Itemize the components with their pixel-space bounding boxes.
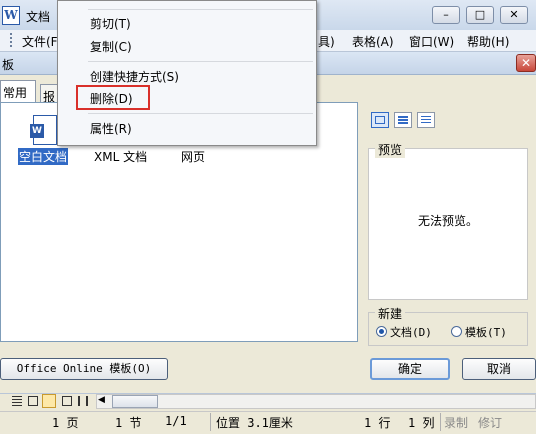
menu-file[interactable]: 文件(F [22,33,58,50]
context-menu-separator [88,9,313,10]
word-app-icon: W [2,6,20,25]
menu-item-create-shortcut[interactable]: 创建快捷方式(S) [90,68,179,85]
status-separator [210,413,211,431]
template-item-blank-document[interactable]: 空白文档 [18,148,69,165]
cancel-button[interactable]: 取消 [462,358,536,380]
radio-template[interactable] [451,326,462,337]
status-separator [440,413,441,431]
status-section: 1 节 [115,416,142,430]
no-preview-text: 无法预览。 [417,214,478,228]
details-view-icon[interactable] [417,112,435,128]
reading-view-icon[interactable] [78,396,88,406]
dialog-title: 板 [2,58,15,72]
status-column: 1 列 [408,416,435,430]
radio-document[interactable] [376,326,387,337]
large-icons-view-icon[interactable] [371,112,389,128]
menu-help[interactable]: 帮助(H) [467,33,509,50]
horizontal-scrollbar[interactable] [96,394,536,409]
ok-button[interactable]: 确定 [370,358,450,380]
scrollbar-thumb[interactable] [112,395,158,408]
status-revise[interactable]: 修订 [478,414,502,431]
status-record[interactable]: 录制 [444,414,468,431]
status-page-of: 1/1 [165,414,187,428]
close-button[interactable]: ✕ [500,6,528,24]
context-menu-separator [88,61,313,62]
print-layout-view-icon[interactable] [42,394,56,408]
new-as-label: 新建 [375,305,406,322]
office-online-templates-button[interactable]: Office Online 模板(O) [0,358,168,380]
menu-table[interactable]: 表格(A) [352,33,394,50]
window-title: 文档 [26,10,51,24]
menu-item-cut[interactable]: 剪切(T) [90,15,131,32]
delete-highlight-box [76,85,150,110]
radio-template-label[interactable]: 模板(T) [465,324,507,340]
radio-document-label[interactable]: 文档(D) [390,324,432,340]
menu-item-copy[interactable]: 复制(C) [90,38,132,55]
web-layout-view-icon[interactable] [28,396,38,406]
template-item-xml-document[interactable]: XML 文档 [94,148,147,165]
scroll-left-icon[interactable]: ◀ [98,395,105,405]
maximize-button[interactable]: □ [466,6,494,24]
status-page: 1 页 [52,416,79,430]
preview-label: 预览 [375,141,406,158]
status-position: 位置 3.1厘米 [216,416,293,430]
toolbar-grip[interactable] [10,33,14,47]
status-line: 1 行 [364,416,391,430]
menu-tools-partial[interactable]: 具) [318,33,335,50]
word-document-icon[interactable]: W [30,115,57,145]
normal-view-icon[interactable] [12,396,22,406]
tab-common[interactable]: 常用 [0,80,36,102]
minimize-button[interactable]: – [432,6,460,24]
context-menu-separator [88,113,313,114]
menu-item-properties[interactable]: 属性(R) [90,120,132,137]
dialog-close-button[interactable]: ✕ [516,54,536,72]
template-item-web-page[interactable]: 网页 [181,148,205,165]
menu-window[interactable]: 窗口(W) [409,33,454,50]
outline-view-icon[interactable] [62,396,72,406]
list-view-icon[interactable] [394,112,412,128]
